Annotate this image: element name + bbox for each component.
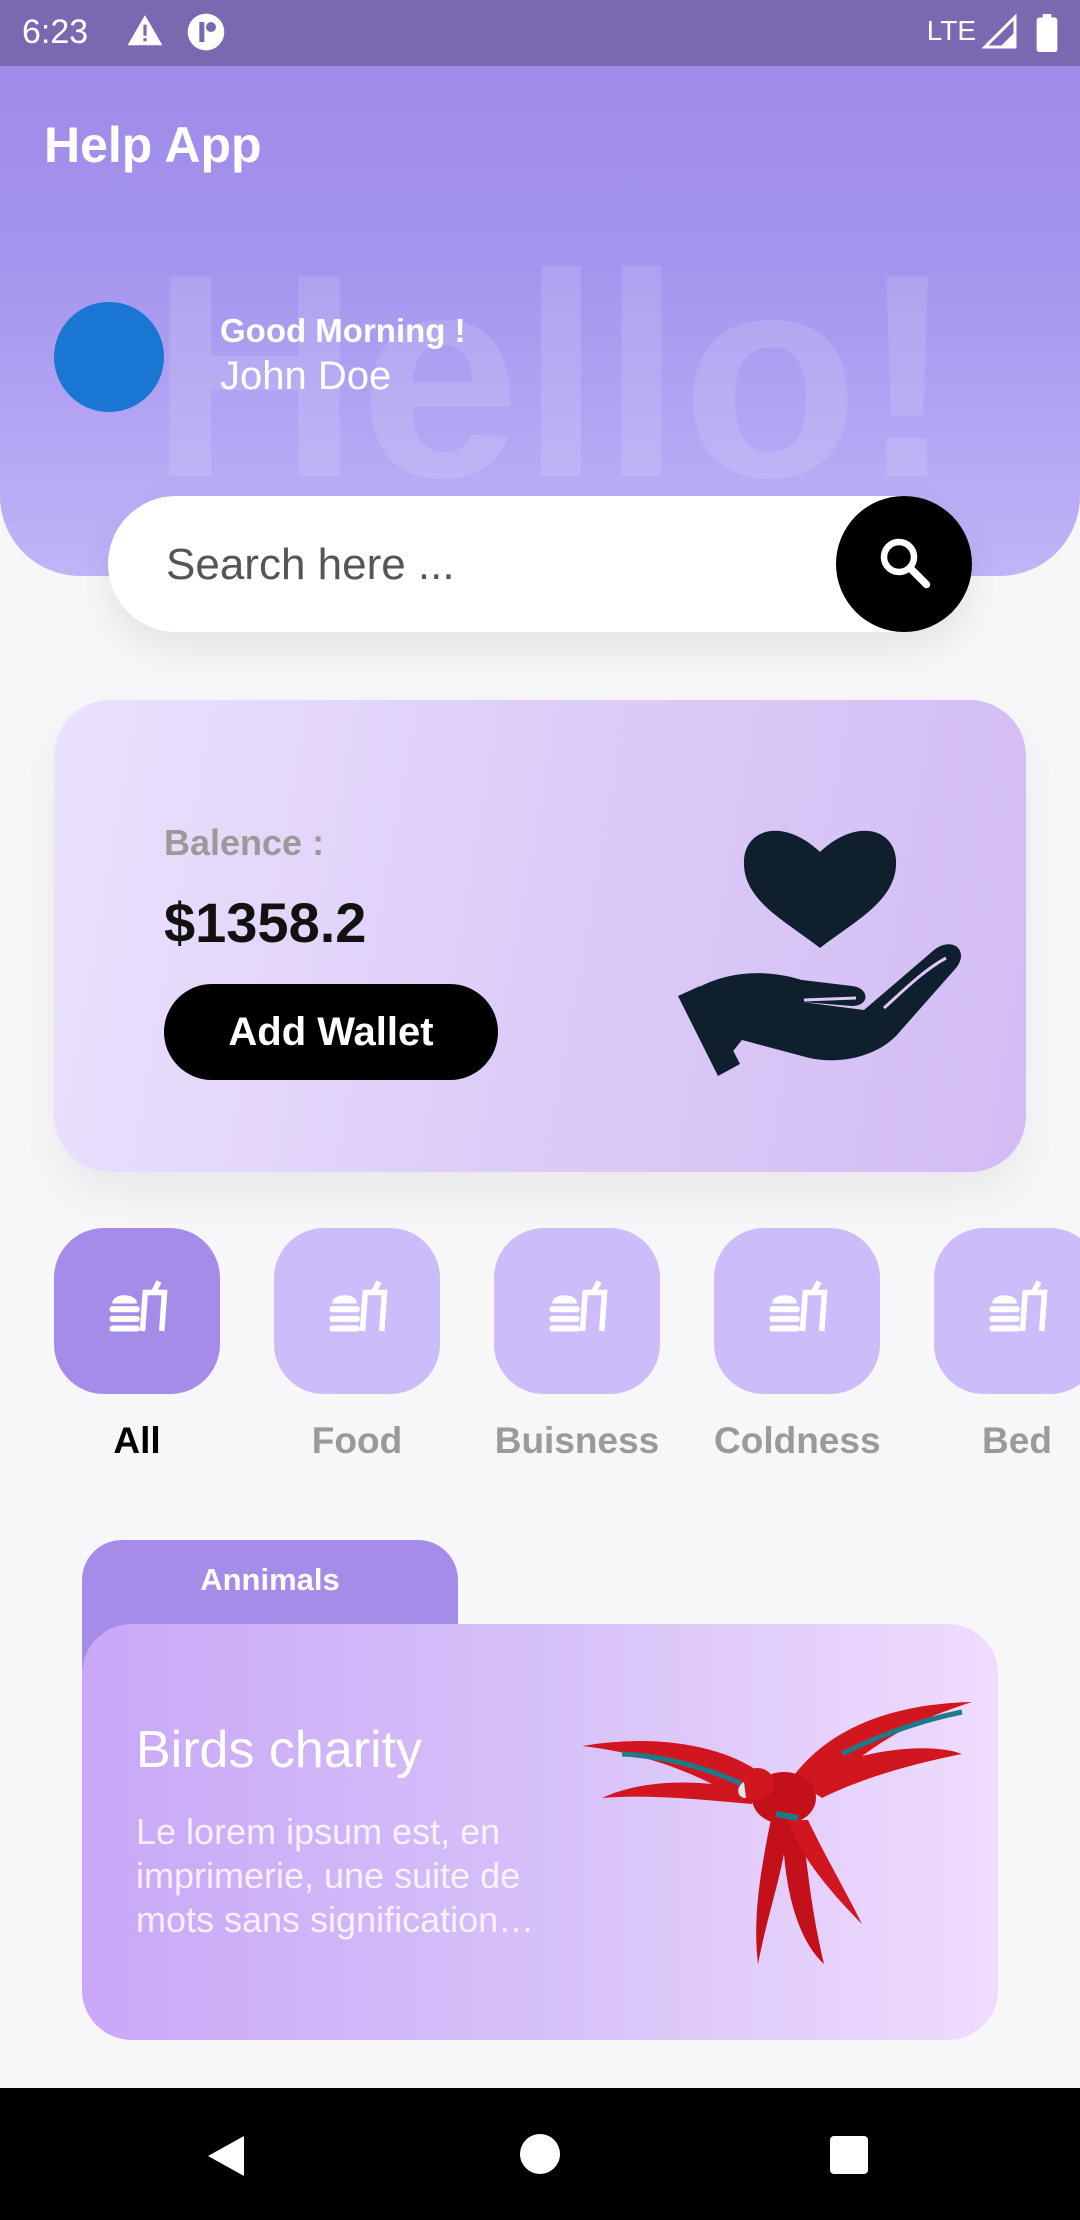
fastfood-icon — [984, 1276, 1050, 1347]
featured-description: Le lorem ipsum est, en imprimerie, une s… — [136, 1811, 535, 1940]
category-label: Food — [311, 1420, 403, 1461]
balance-label: Balence : — [164, 822, 325, 863]
category-coldness[interactable]: Coldness — [714, 1228, 881, 1462]
status-bar: 6:23 LTE — [0, 0, 1080, 66]
category-bed[interactable]: Bed — [934, 1228, 1080, 1462]
featured-card[interactable]: Birds charity Le lorem ipsum est, en imp… — [82, 1624, 998, 2040]
category-label: Coldness — [714, 1420, 881, 1461]
parrot-image — [562, 1694, 982, 1979]
category-label: All — [113, 1420, 161, 1461]
fastfood-icon — [324, 1276, 390, 1347]
category-icon-box — [54, 1228, 220, 1394]
search-icon — [874, 532, 934, 597]
greeting: Good Morning ! — [220, 312, 466, 349]
category-icon-box — [494, 1228, 660, 1394]
category-icon-box — [714, 1228, 880, 1394]
battery-icon — [1036, 14, 1058, 61]
username: John Doe — [220, 354, 392, 398]
category-label: Buisness — [494, 1420, 660, 1461]
search-bar — [108, 496, 972, 632]
system-navigation-bar — [0, 2088, 1080, 2220]
charity-hand-heart-icon — [634, 800, 964, 1105]
search-input[interactable] — [164, 532, 788, 598]
warning-icon — [126, 12, 164, 59]
category-icon-box — [274, 1228, 440, 1394]
status-time: 6:23 — [22, 13, 89, 51]
recents-icon[interactable] — [828, 2134, 870, 2181]
fastfood-icon — [544, 1276, 610, 1347]
balance-card: Balence : $1358.2 Add Wallet — [54, 700, 1026, 1172]
category-all[interactable]: All — [54, 1228, 220, 1462]
search-button[interactable] — [836, 496, 972, 632]
category-buisness[interactable]: Buisness — [494, 1228, 660, 1462]
featured-title: Birds charity — [136, 1721, 423, 1779]
fastfood-icon — [104, 1276, 170, 1347]
fastfood-icon — [764, 1276, 830, 1347]
back-icon[interactable] — [204, 2132, 248, 2185]
home-icon[interactable] — [518, 2132, 562, 2181]
avatar[interactable] — [54, 302, 164, 412]
tab-label: Annimals — [200, 1562, 340, 1597]
signal-icon — [981, 13, 1018, 59]
balance-value: $1358.2 — [164, 891, 367, 954]
app-notification-icon — [186, 12, 226, 61]
category-label: Bed — [982, 1420, 1052, 1461]
network-type: LTE — [926, 15, 976, 46]
category-icon-box — [934, 1228, 1080, 1394]
app-title: Help App — [44, 117, 262, 173]
category-food[interactable]: Food — [274, 1228, 440, 1462]
add-wallet-button[interactable]: Add Wallet — [164, 984, 498, 1080]
